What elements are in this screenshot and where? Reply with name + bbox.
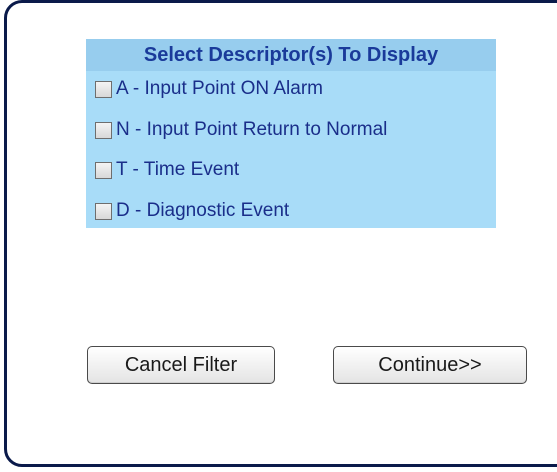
option-alarm-label: A - Input Point ON Alarm [116,78,323,99]
option-time-event-label: T - Time Event [116,159,240,180]
option-diagnostic-event-label: D - Diagnostic Event [116,200,290,221]
checkbox-time-event[interactable] [95,161,112,179]
checkbox-alarm[interactable] [95,80,112,98]
descriptor-filter-panel: Select Descriptor(s) To Display A - Inpu… [86,39,496,228]
checkbox-diagnostic-event[interactable] [95,202,112,220]
continue-button[interactable]: Continue>> [333,346,527,384]
option-alarm[interactable]: A - Input Point ON Alarm [95,77,323,101]
cancel-filter-button[interactable]: Cancel Filter [87,346,275,384]
option-return-to-normal[interactable]: N - Input Point Return to Normal [95,118,387,142]
option-time-event[interactable]: T - Time Event [95,158,239,182]
checkbox-return-to-normal[interactable] [95,121,112,139]
option-return-to-normal-label: N - Input Point Return to Normal [116,119,388,140]
panel-title: Select Descriptor(s) To Display [86,39,496,71]
option-diagnostic-event[interactable]: D - Diagnostic Event [95,199,289,223]
